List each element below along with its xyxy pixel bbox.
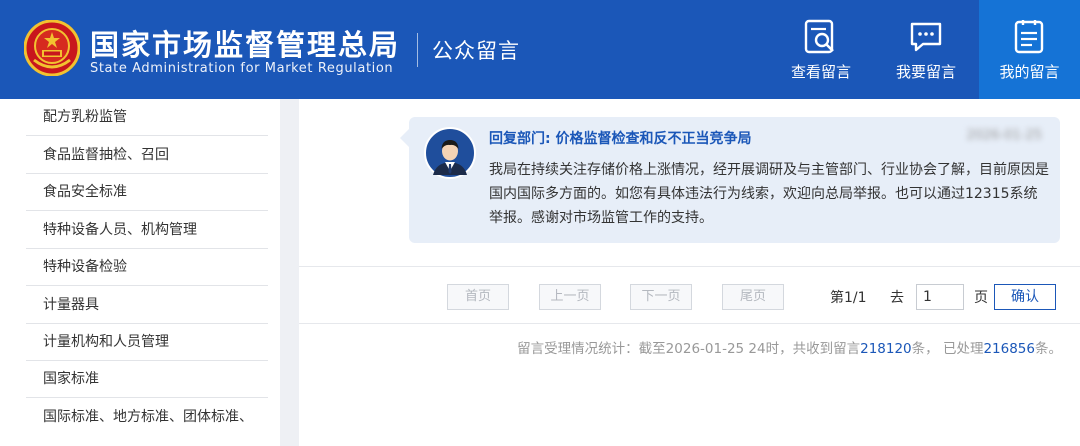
- nav-leave-message[interactable]: 我要留言: [876, 0, 976, 99]
- main-content: 回复部门: 价格监督检查和反不正当竞争局 2026-01-25 我局在持续关注存…: [299, 99, 1080, 446]
- sidebar-item[interactable]: 配方乳粉监管: [26, 99, 268, 136]
- sidebar-item[interactable]: 食品监督抽检、召回: [26, 137, 268, 174]
- nav-view-messages[interactable]: 查看留言: [771, 0, 871, 99]
- stats-middle: 条， 已处理: [911, 341, 984, 357]
- header-divider: [417, 33, 418, 67]
- section-title: 公众留言: [432, 39, 520, 63]
- sidebar-item[interactable]: 国家标准: [26, 361, 268, 398]
- site-logo-subtitle: State Administration for Market Regulati…: [90, 61, 394, 76]
- nav-my-messages-label: 我的留言: [999, 63, 1060, 81]
- last-page-button[interactable]: 尾页: [722, 284, 784, 310]
- next-page-button[interactable]: 下一页: [630, 284, 692, 310]
- goto-label: 去: [890, 290, 904, 306]
- stats-prefix: 留言受理情况统计：截至2026-01-25 24时，共收到留言: [517, 341, 861, 357]
- reply-body: 我局在持续关注存储价格上涨情况，经开展调研及与主管部门、行业协会了解，目前原因是…: [489, 162, 1049, 226]
- sidebar-item[interactable]: 计量器具: [26, 287, 268, 324]
- sidebar-item[interactable]: 特种设备检验: [26, 249, 268, 286]
- reply-department: 回复部门: 价格监督检查和反不正当竞争局: [489, 131, 752, 147]
- stats-processed-count: 216856: [983, 341, 1035, 357]
- page-unit-label: 页: [974, 290, 988, 306]
- sidebar-item[interactable]: 特种设备人员、机构管理: [26, 212, 268, 249]
- prev-page-button[interactable]: 上一页: [539, 284, 601, 310]
- category-sidebar: 配方乳粉监管 食品监督抽检、召回 食品安全标准 特种设备人员、机构管理 特种设备…: [0, 99, 280, 446]
- confirm-button[interactable]: 确认: [994, 284, 1056, 310]
- nav-leave-message-label: 我要留言: [895, 63, 956, 81]
- stats-suffix: 条。: [1035, 341, 1062, 357]
- sidebar-item[interactable]: 国际标准、地方标准、团体标准、: [26, 399, 268, 436]
- site-logo-title[interactable]: 国家市场监督管理总局: [90, 22, 400, 64]
- reply-date: 2026-01-25: [966, 128, 1042, 143]
- message-statistics: 留言受理情况统计：截至2026-01-25 24时，共收到留言218120条， …: [517, 337, 1062, 357]
- goto-page-input[interactable]: [916, 284, 964, 310]
- stats-received-count: 218120: [860, 341, 912, 357]
- official-avatar: [424, 127, 476, 179]
- pagination: 首页 上一页 下一页 尾页 第1/1 去 页 确认: [299, 266, 1080, 324]
- list-document-icon: [1014, 20, 1044, 54]
- first-page-button[interactable]: 首页: [447, 284, 509, 310]
- sidebar-item[interactable]: 计量机构和人员管理: [26, 324, 268, 361]
- nav-my-messages[interactable]: 我的留言: [979, 0, 1080, 99]
- page-info: 第1/1: [830, 290, 867, 306]
- national-emblem-icon: [24, 20, 80, 76]
- chat-bubble-icon: [910, 22, 942, 52]
- sidebar-item[interactable]: 食品安全标准: [26, 174, 268, 211]
- site-header: 国家市场监督管理总局 State Administration for Mark…: [0, 0, 1080, 99]
- nav-view-messages-label: 查看留言: [790, 63, 851, 81]
- reply-card: 回复部门: 价格监督检查和反不正当竞争局 2026-01-25 我局在持续关注存…: [400, 117, 1060, 243]
- search-document-icon: [804, 19, 834, 54]
